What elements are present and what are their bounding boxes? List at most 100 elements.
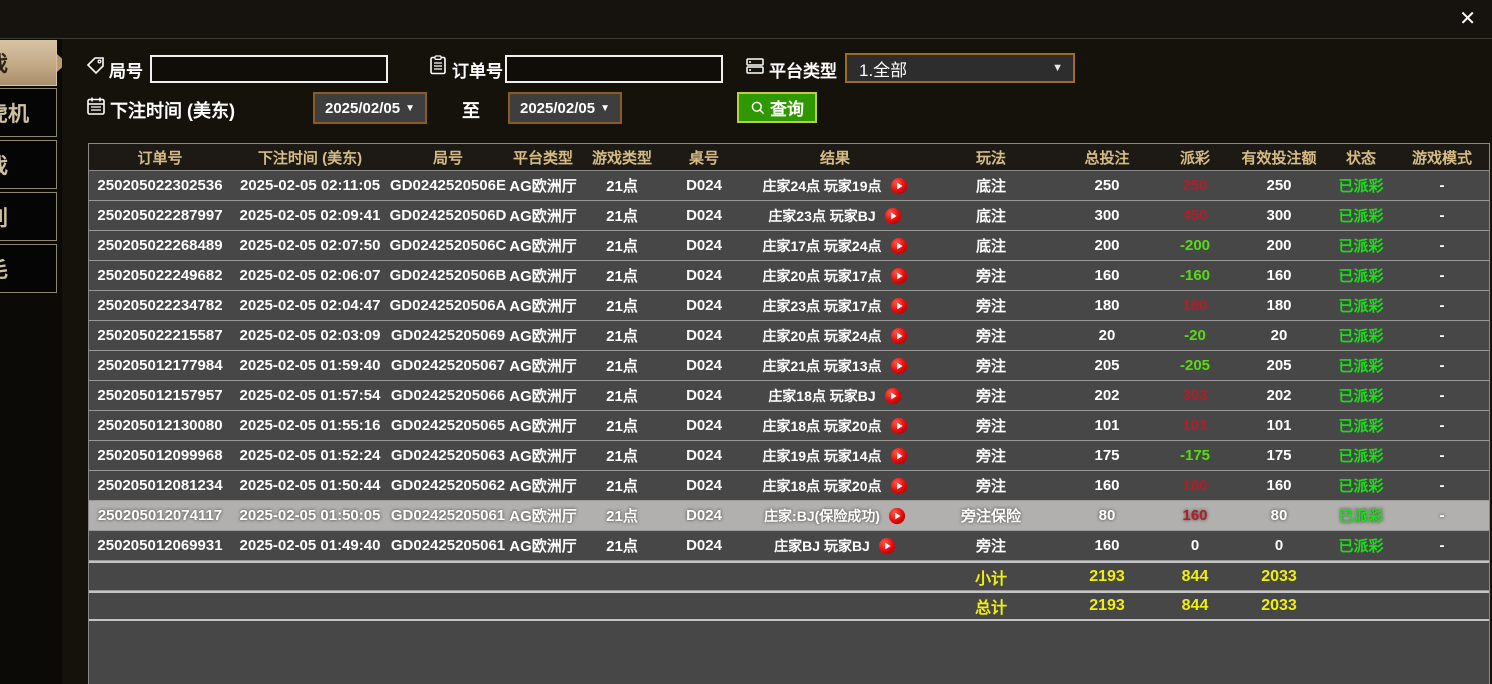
cell-play-type: 旁注 [927,295,1055,316]
table-row[interactable]: 250205012081234 2025-02-05 01:50:44 GD02… [89,471,1489,501]
cell-game-type: 21点 [579,505,665,526]
result-text: 庄家17点 玩家24点 [762,236,881,256]
table-row[interactable]: 250205012130080 2025-02-05 01:55:16 GD02… [89,411,1489,441]
order-number-input[interactable] [505,55,723,83]
cell-play-type: 旁注 [927,445,1055,466]
cell-platform: AG欧洲厅 [507,535,579,556]
cell-bet-time: 2025-02-05 02:04:47 [231,297,389,314]
total-valid-bet: 2033 [1231,597,1327,615]
cell-game-mode: - [1395,387,1489,404]
query-button[interactable]: 查询 [737,92,817,123]
cell-bet-time: 2025-02-05 01:59:40 [231,357,389,374]
replay-icon[interactable] [878,537,896,555]
cell-round-no: GD02425205069 [389,327,507,344]
cell-round-no: GD0242520506D [389,207,507,224]
table-row[interactable]: 250205012177984 2025-02-05 01:59:40 GD02… [89,351,1489,381]
table-row[interactable]: 250205012099968 2025-02-05 01:52:24 GD02… [89,441,1489,471]
replay-icon[interactable] [890,477,908,495]
cell-game-mode: - [1395,207,1489,224]
cell-result: 庄家20点 玩家24点 [743,326,927,346]
result-text: 庄家20点 玩家24点 [762,326,881,346]
cell-valid-bet: 300 [1231,207,1327,224]
status-badge: 已派彩 [1327,295,1395,316]
status-badge: 已派彩 [1327,445,1395,466]
column-header: 下注时间 (美东) [231,147,389,168]
cell-round-no: GD02425205062 [389,477,507,494]
sidebar-tab[interactable]: 毛 [0,244,57,293]
column-header: 结果 [743,147,927,168]
replay-icon[interactable] [890,267,908,285]
table-row[interactable]: 250205012069931 2025-02-05 01:49:40 GD02… [89,531,1489,561]
cell-round-no: GD02425205065 [389,417,507,434]
table-row[interactable]: 250205022234782 2025-02-05 02:04:47 GD02… [89,291,1489,321]
table-body: 250205022302536 2025-02-05 02:11:05 GD02… [89,171,1489,561]
replay-icon[interactable] [884,387,902,405]
cell-result: 庄家20点 玩家17点 [743,266,927,286]
replay-icon[interactable] [890,297,908,315]
table-row[interactable]: 250205022268489 2025-02-05 02:07:50 GD02… [89,231,1489,261]
cell-result: 庄家19点 玩家14点 [743,446,927,466]
cell-platform: AG欧洲厅 [507,175,579,196]
table-row[interactable]: 250205022287997 2025-02-05 02:09:41 GD02… [89,201,1489,231]
table-row[interactable]: 250205022249682 2025-02-05 02:06:07 GD02… [89,261,1489,291]
table-row[interactable]: 250205022302536 2025-02-05 02:11:05 GD02… [89,171,1489,201]
cell-total-bet: 160 [1055,537,1159,554]
cell-total-bet: 300 [1055,207,1159,224]
cell-platform: AG欧洲厅 [507,505,579,526]
result-text: 庄家BJ 玩家BJ [774,536,870,556]
cell-table-no: D024 [665,357,743,374]
column-header: 总投注 [1055,147,1159,168]
sidebar-tab[interactable]: 虎机 [0,88,57,137]
cell-payout: 250 [1159,177,1231,194]
cell-valid-bet: 180 [1231,297,1327,314]
cell-platform: AG欧洲厅 [507,415,579,436]
sidebar-tab-label: 刊 [0,202,8,232]
replay-icon[interactable] [890,177,908,195]
cell-order-no: 250205022287997 [89,207,231,224]
main-panel: 局号 订单号 平台类型 1.全部 ▼ 下注时间 (美东) 2025/02/05 … [62,39,1492,684]
cell-play-type: 底注 [927,175,1055,196]
cell-valid-bet: 0 [1231,537,1327,554]
cell-game-type: 21点 [579,325,665,346]
total-total-bet: 2193 [1055,597,1159,615]
chevron-down-icon: ▼ [600,103,610,114]
cell-bet-time: 2025-02-05 02:09:41 [231,207,389,224]
subtotal-row: 小计 2193 844 2033 [89,561,1489,591]
sidebar-tab[interactable]: 戏 [0,140,57,189]
cell-valid-bet: 80 [1231,507,1327,524]
cell-round-no: GD0242520506B [389,267,507,284]
platform-type-label: 平台类型 [769,57,837,82]
table-row[interactable]: 250205012157957 2025-02-05 01:57:54 GD02… [89,381,1489,411]
sidebar-tab[interactable]: 戏 [0,40,57,86]
replay-icon[interactable] [890,357,908,375]
replay-icon[interactable] [890,327,908,345]
cell-play-type: 底注 [927,235,1055,256]
title-bar: ✕ [0,0,1492,39]
cell-bet-time: 2025-02-05 01:55:16 [231,417,389,434]
column-header: 玩法 [927,147,1055,168]
column-header: 游戏模式 [1395,147,1489,168]
sidebar-tab[interactable]: 刊 [0,192,57,241]
replay-icon[interactable] [888,507,906,525]
table-row[interactable]: 250205022215587 2025-02-05 02:03:09 GD02… [89,321,1489,351]
cell-bet-time: 2025-02-05 02:03:09 [231,327,389,344]
date-from-picker[interactable]: 2025/02/05 ▼ [313,92,427,124]
cell-order-no: 250205012177984 [89,357,231,374]
table-row[interactable]: 250205012074117 2025-02-05 01:50:05 GD02… [89,501,1489,531]
close-icon[interactable]: ✕ [1459,6,1476,32]
replay-icon[interactable] [890,447,908,465]
cell-result: 庄家:BJ(保险成功) [743,506,927,526]
round-number-input[interactable] [150,55,388,83]
cell-payout: 160 [1159,477,1231,494]
cell-platform: AG欧洲厅 [507,295,579,316]
cell-platform: AG欧洲厅 [507,385,579,406]
date-to-value: 2025/02/05 [520,100,595,117]
cell-game-mode: - [1395,447,1489,464]
replay-icon[interactable] [890,237,908,255]
cell-game-type: 21点 [579,475,665,496]
date-to-picker[interactable]: 2025/02/05 ▼ [508,92,622,124]
cell-order-no: 250205012157957 [89,387,231,404]
platform-type-select[interactable]: 1.全部 ▼ [845,53,1075,83]
replay-icon[interactable] [890,417,908,435]
replay-icon[interactable] [884,207,902,225]
